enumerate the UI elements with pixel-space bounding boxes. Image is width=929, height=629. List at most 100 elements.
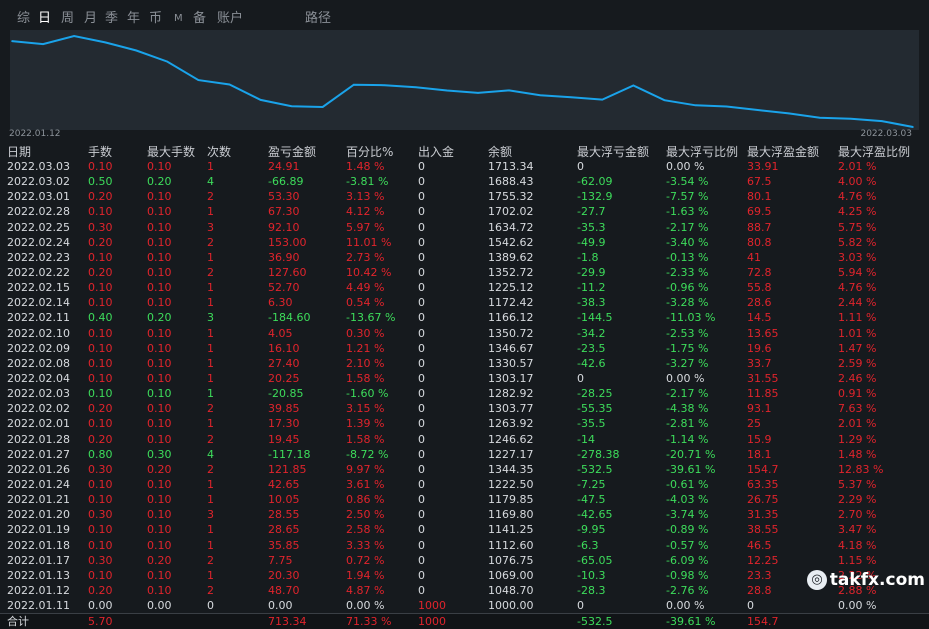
table-cell: 4.00 % xyxy=(838,175,877,189)
table-row[interactable]: 2022.01.12 0.20 0.10 2 48.70 4.87 % 0 1048.70 -2… xyxy=(0,583,929,598)
table-row[interactable]: 2022.02.01 0.10 0.10 1 17.30 1.39 % 0 1263.92 -3… xyxy=(0,416,929,431)
equity-point xyxy=(166,60,169,63)
table-row[interactable]: 2022.01.19 0.10 0.10 1 28.65 2.58 % 0 1141.25 -9… xyxy=(0,522,929,537)
table-cell: 67.30 xyxy=(268,205,300,219)
table-row[interactable]: 2022.03.03 0.10 0.10 1 24.91 1.48 % 0 1713.34 0 0… xyxy=(0,159,929,174)
tab-8[interactable]: 备 xyxy=(193,8,206,30)
table-cell: 9.97 % xyxy=(346,462,385,476)
table-cell: 1 xyxy=(207,568,214,582)
table-row[interactable]: 2022.03.02 0.50 0.20 4 -66.89 -3.81 % 0 1688.43… xyxy=(0,174,929,189)
table-cell: 0.20 xyxy=(88,265,113,279)
table-row[interactable]: 2022.02.03 0.10 0.10 1 -20.85 -1.60 % 0 1282.92… xyxy=(0,386,929,401)
table-cell: 0.10 xyxy=(88,205,113,219)
table-cell: -55.35 xyxy=(577,402,613,416)
tab-3[interactable]: 月 xyxy=(84,8,97,30)
table-row[interactable]: 2022.02.25 0.30 0.10 3 92.10 5.97 % 0 1634.72 -3… xyxy=(0,220,929,235)
table-row[interactable]: 2022.02.24 0.20 0.10 2 153.00 11.01 % 0 1542.62… xyxy=(0,235,929,250)
table-cell: 0 xyxy=(418,402,425,416)
tab-0[interactable]: 综 xyxy=(17,8,30,30)
table-row[interactable]: 2022.01.24 0.10 0.10 1 42.65 3.61 % 0 1222.50 -7… xyxy=(0,477,929,492)
table-row[interactable]: 2022.02.08 0.10 0.10 1 27.40 2.10 % 0 1330.57 -4… xyxy=(0,356,929,371)
table-row[interactable]: 2022.01.26 0.30 0.20 2 121.85 9.97 % 0 1344.35 -… xyxy=(0,462,929,477)
equity-point xyxy=(912,126,914,128)
table-cell: 0 xyxy=(418,523,425,537)
table-row[interactable]: 2022.02.11 0.40 0.20 3 -184.60 -13.67 % 0 1166.… xyxy=(0,310,929,325)
equity-chart-svg xyxy=(11,34,914,128)
equity-point xyxy=(819,117,821,119)
table-cell: -117.18 xyxy=(268,447,311,461)
table-row[interactable]: 2022.01.17 0.30 0.20 2 7.75 0.72 % 0 1076.75 -65… xyxy=(0,553,929,568)
table-row[interactable]: 2022.01.28 0.20 0.10 2 19.45 1.58 % 0 1246.62 -1… xyxy=(0,432,929,447)
table-cell: -23.5 xyxy=(577,341,606,355)
table-cell: 1076.75 xyxy=(488,553,534,567)
tab-1[interactable]: 日 xyxy=(38,8,51,30)
table-row[interactable]: 2022.03.01 0.20 0.10 2 53.30 3.13 % 0 1755.32 -1… xyxy=(0,189,929,204)
table-row[interactable]: 2022.02.22 0.20 0.10 2 127.60 10.42 % 0 1352.72… xyxy=(0,265,929,280)
tab-4[interactable]: 季 xyxy=(105,8,118,30)
table-row[interactable]: 2022.01.11 0.00 0.00 0 0.00 0.00 % 1000 1000.00… xyxy=(0,598,929,613)
table-row[interactable]: 2022.02.02 0.20 0.10 2 39.85 3.15 % 0 1303.77 -5… xyxy=(0,401,929,416)
table-row[interactable]: 2022.01.20 0.30 0.10 3 28.55 2.50 % 0 1169.80 -4… xyxy=(0,507,929,522)
table-row[interactable]: 2022.01.13 0.10 0.10 1 20.30 1.94 % 0 1069.00 -1… xyxy=(0,568,929,583)
table-cell: 0.20 xyxy=(88,190,113,204)
table-row[interactable]: 2022.01.21 0.10 0.10 1 10.05 0.86 % 0 1179.85 -4… xyxy=(0,492,929,507)
table-row[interactable]: 2022.01.18 0.10 0.10 1 35.85 3.33 % 0 1112.60 -6… xyxy=(0,538,929,553)
table-row[interactable]: 2022.02.14 0.10 0.10 1 6.30 0.54 % 0 1172.42 -38… xyxy=(0,295,929,310)
equity-point xyxy=(694,104,697,107)
table-cell: 2022.02.03 xyxy=(7,387,70,401)
table-row[interactable]: 2022.02.09 0.10 0.10 1 16.10 1.21 % 0 1346.67 -2… xyxy=(0,341,929,356)
daily-stats-table: 日期 手数 最大手数 次数 盈亏金额 百分比% 出入金 余额 最大浮亏金额 最大浮亏比例 最大浮盈金… xyxy=(0,143,929,629)
tab-9[interactable]: 账户 xyxy=(217,8,243,30)
table-row[interactable]: 2022.01.27 0.80 0.30 4 -117.18 -8.72 % 0 1227.1… xyxy=(0,447,929,462)
period-toolbar: 综日周月季年币 M 备账户 路径 xyxy=(0,8,929,30)
tab-5[interactable]: 年 xyxy=(127,8,140,30)
table-cell: 0.10 xyxy=(88,523,113,537)
table-row[interactable]: 2022.02.23 0.10 0.10 1 36.90 2.73 % 0 1389.62 -1… xyxy=(0,250,929,265)
table-cell: 0 xyxy=(418,387,425,401)
table-cell: 2.29 % xyxy=(838,493,877,507)
table-cell: 0.10 xyxy=(88,417,113,431)
table-cell: 2022.01.18 xyxy=(7,538,70,552)
table-cell: 92.10 xyxy=(268,220,300,234)
tab-2[interactable]: 周 xyxy=(61,8,74,30)
table-cell: 2.58 % xyxy=(346,523,385,537)
table-cell: 1069.00 xyxy=(488,568,534,582)
table-cell: 0.30 % xyxy=(346,326,385,340)
table-cell: 3.33 % xyxy=(346,538,385,552)
table-row[interactable]: 2022.02.15 0.10 0.10 1 52.70 4.49 % 0 1225.12 -1… xyxy=(0,280,929,295)
table-cell: -0.13 % xyxy=(666,250,709,264)
table-cell: 33.7 xyxy=(747,356,772,370)
table-cell: 0 xyxy=(418,447,425,461)
table-cell: 3 xyxy=(207,508,214,522)
table-cell: 17.30 xyxy=(268,417,300,431)
tab-6[interactable]: 币 xyxy=(149,8,162,30)
table-cell: -49.9 xyxy=(577,235,606,249)
table-cell: 1 xyxy=(207,160,214,173)
equity-point xyxy=(384,84,386,86)
equity-point xyxy=(446,89,448,92)
table-cell: 2022.01.28 xyxy=(7,432,70,446)
table-cell: 0.00 % xyxy=(666,371,705,385)
tab-7[interactable]: M xyxy=(174,8,183,30)
table-cell: 0.10 xyxy=(88,356,113,370)
table-row[interactable]: 2022.02.04 0.10 0.10 1 20.25 1.58 % 0 1303.17 0 0… xyxy=(0,371,929,386)
table-cell: -38.3 xyxy=(577,296,606,310)
table-cell: 0 xyxy=(207,599,214,613)
table-cell: 1.39 % xyxy=(346,417,385,431)
table-cell: 1 xyxy=(207,296,214,310)
equity-point xyxy=(756,109,759,111)
table-row[interactable]: 2022.02.28 0.10 0.10 1 67.30 4.12 % 0 1702.02 -2… xyxy=(0,204,929,219)
table-cell: -0.89 % xyxy=(666,523,709,537)
table-cell: 0.10 xyxy=(147,281,172,295)
table-cell: 0.10 xyxy=(147,356,172,370)
table-cell: 2.44 % xyxy=(838,296,877,310)
table-cell: -34.2 xyxy=(577,326,606,340)
table-cell: 1702.02 xyxy=(488,205,534,219)
table-cell: 0.20 xyxy=(147,175,172,189)
table-cell: 0 xyxy=(418,477,425,491)
table-row[interactable]: 2022.02.10 0.10 0.10 1 4.05 0.30 % 0 1350.72 -34… xyxy=(0,326,929,341)
equity-point xyxy=(73,35,75,37)
path-button[interactable]: 路径 xyxy=(305,8,331,30)
table-cell: -2.76 % xyxy=(666,583,709,597)
table-cell: -11.03 % xyxy=(666,311,716,325)
